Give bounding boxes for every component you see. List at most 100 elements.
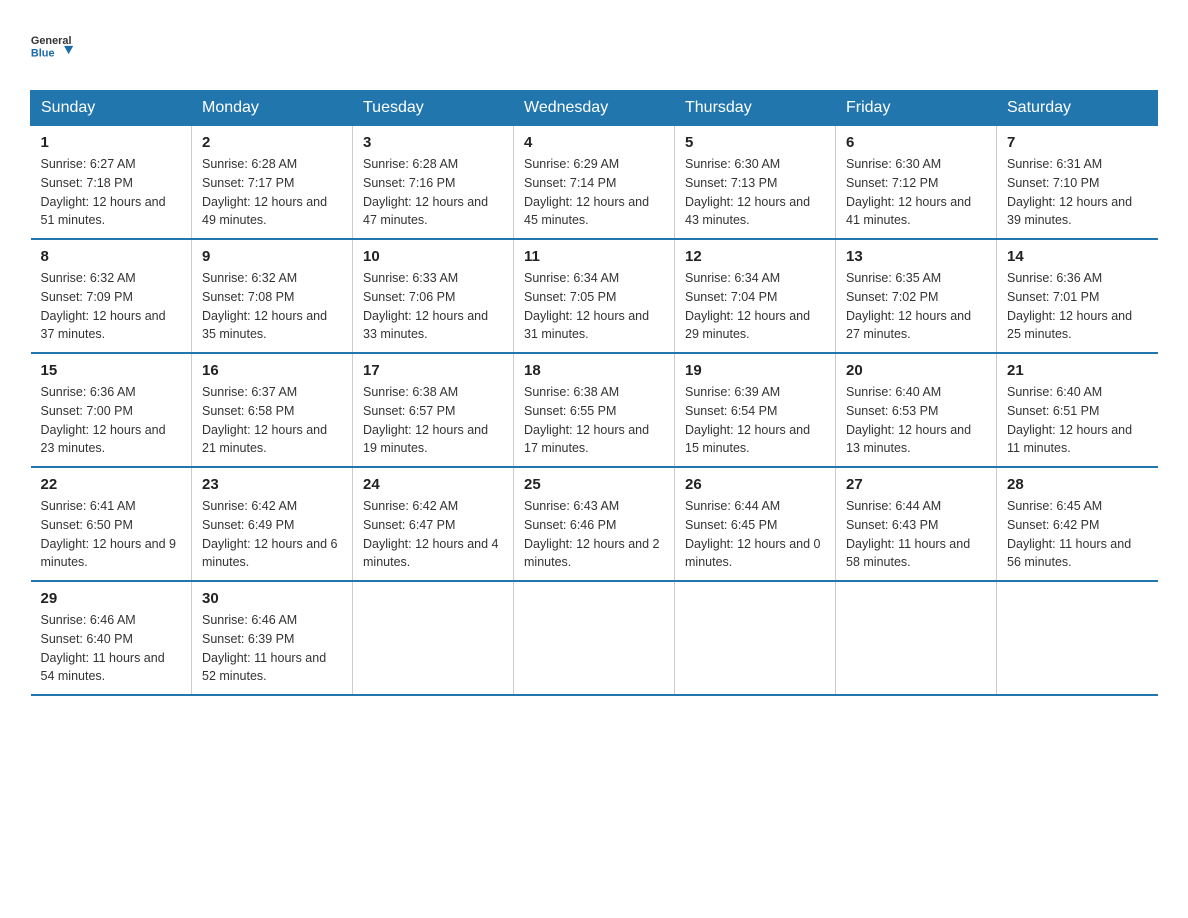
day-number: 21 xyxy=(1007,362,1148,379)
calendar-cell: 2 Sunrise: 6:28 AMSunset: 7:17 PMDaylight… xyxy=(192,126,353,240)
day-info: Sunrise: 6:44 AMSunset: 6:43 PMDaylight:… xyxy=(846,497,986,572)
calendar-table: SundayMondayTuesdayWednesdayThursdayFrid… xyxy=(30,90,1158,696)
calendar-cell: 24Sunrise: 6:42 AMSunset: 6:47 PMDayligh… xyxy=(353,467,514,581)
day-info: Sunrise: 6:35 AMSunset: 7:02 PMDaylight:… xyxy=(846,269,986,344)
day-number: 8 xyxy=(41,248,182,265)
calendar-cell xyxy=(836,581,997,695)
calendar-cell xyxy=(675,581,836,695)
day-number: 13 xyxy=(846,248,986,265)
day-info: Sunrise: 6:29 AMSunset: 7:14 PMDaylight:… xyxy=(524,155,664,230)
day-number: 29 xyxy=(41,590,182,607)
day-number: 6 xyxy=(846,134,986,151)
day-info: Sunrise: 6:45 AMSunset: 6:42 PMDaylight:… xyxy=(1007,497,1148,572)
calendar-cell: 26 Sunrise: 6:44 AMSunset: 6:45 PMDayligh… xyxy=(675,467,836,581)
calendar-cell: 16Sunrise: 6:37 AMSunset: 6:58 PMDayligh… xyxy=(192,353,353,467)
day-info: Sunrise: 6:41 AMSunset: 6:50 PMDaylight:… xyxy=(41,497,182,572)
day-number: 2 xyxy=(202,134,342,151)
calendar-cell: 19 Sunrise: 6:39 AMSunset: 6:54 PMDayligh… xyxy=(675,353,836,467)
calendar-cell: 9 Sunrise: 6:32 AMSunset: 7:08 PMDaylight… xyxy=(192,239,353,353)
day-info: Sunrise: 6:32 AMSunset: 7:09 PMDaylight:… xyxy=(41,269,182,344)
calendar-cell: 14 Sunrise: 6:36 AMSunset: 7:01 PMDayligh… xyxy=(997,239,1158,353)
calendar-cell xyxy=(997,581,1158,695)
logo: General Blue xyxy=(30,20,80,70)
calendar-cell: 25 Sunrise: 6:43 AMSunset: 6:46 PMDayligh… xyxy=(514,467,675,581)
day-number: 18 xyxy=(524,362,664,379)
day-number: 14 xyxy=(1007,248,1148,265)
day-info: Sunrise: 6:38 AMSunset: 6:57 PMDaylight:… xyxy=(363,383,503,458)
calendar-cell: 11Sunrise: 6:34 AMSunset: 7:05 PMDayligh… xyxy=(514,239,675,353)
day-number: 9 xyxy=(202,248,342,265)
calendar-cell: 10Sunrise: 6:33 AMSunset: 7:06 PMDayligh… xyxy=(353,239,514,353)
calendar-cell: 18 Sunrise: 6:38 AMSunset: 6:55 PMDayligh… xyxy=(514,353,675,467)
calendar-cell xyxy=(514,581,675,695)
calendar-cell: 21 Sunrise: 6:40 AMSunset: 6:51 PMDayligh… xyxy=(997,353,1158,467)
calendar-cell: 7 Sunrise: 6:31 AMSunset: 7:10 PMDaylight… xyxy=(997,126,1158,240)
day-info: Sunrise: 6:32 AMSunset: 7:08 PMDaylight:… xyxy=(202,269,342,344)
day-info: Sunrise: 6:30 AMSunset: 7:12 PMDaylight:… xyxy=(846,155,986,230)
day-info: Sunrise: 6:30 AMSunset: 7:13 PMDaylight:… xyxy=(685,155,825,230)
logo-image: General Blue xyxy=(30,20,80,70)
calendar-cell: 15Sunrise: 6:36 AMSunset: 7:00 PMDayligh… xyxy=(31,353,192,467)
page-header: General Blue xyxy=(30,20,1158,70)
day-number: 19 xyxy=(685,362,825,379)
calendar-cell: 8 Sunrise: 6:32 AMSunset: 7:09 PMDaylight… xyxy=(31,239,192,353)
day-number: 4 xyxy=(524,134,664,151)
day-info: Sunrise: 6:43 AMSunset: 6:46 PMDaylight:… xyxy=(524,497,664,572)
header-saturday: Saturday xyxy=(997,91,1158,126)
header-wednesday: Wednesday xyxy=(514,91,675,126)
header-thursday: Thursday xyxy=(675,91,836,126)
day-number: 23 xyxy=(202,476,342,493)
header-friday: Friday xyxy=(836,91,997,126)
day-number: 28 xyxy=(1007,476,1148,493)
day-number: 1 xyxy=(41,134,182,151)
calendar-cell: 29 Sunrise: 6:46 AMSunset: 6:40 PMDayligh… xyxy=(31,581,192,695)
calendar-week-row: 29 Sunrise: 6:46 AMSunset: 6:40 PMDayligh… xyxy=(31,581,1158,695)
day-info: Sunrise: 6:38 AMSunset: 6:55 PMDaylight:… xyxy=(524,383,664,458)
day-info: Sunrise: 6:46 AMSunset: 6:40 PMDaylight:… xyxy=(41,611,182,686)
day-info: Sunrise: 6:46 AMSunset: 6:39 PMDaylight:… xyxy=(202,611,342,686)
day-number: 20 xyxy=(846,362,986,379)
day-number: 30 xyxy=(202,590,342,607)
day-info: Sunrise: 6:40 AMSunset: 6:51 PMDaylight:… xyxy=(1007,383,1148,458)
day-info: Sunrise: 6:27 AMSunset: 7:18 PMDaylight:… xyxy=(41,155,182,230)
calendar-header-row: SundayMondayTuesdayWednesdayThursdayFrid… xyxy=(31,91,1158,126)
day-info: Sunrise: 6:42 AMSunset: 6:49 PMDaylight:… xyxy=(202,497,342,572)
calendar-cell: 30 Sunrise: 6:46 AMSunset: 6:39 PMDayligh… xyxy=(192,581,353,695)
calendar-week-row: 15Sunrise: 6:36 AMSunset: 7:00 PMDayligh… xyxy=(31,353,1158,467)
calendar-week-row: 1 Sunrise: 6:27 AMSunset: 7:18 PMDaylight… xyxy=(31,126,1158,240)
calendar-cell: 6 Sunrise: 6:30 AMSunset: 7:12 PMDaylight… xyxy=(836,126,997,240)
day-number: 5 xyxy=(685,134,825,151)
calendar-cell: 4 Sunrise: 6:29 AMSunset: 7:14 PMDaylight… xyxy=(514,126,675,240)
day-info: Sunrise: 6:36 AMSunset: 7:00 PMDaylight:… xyxy=(41,383,182,458)
day-info: Sunrise: 6:33 AMSunset: 7:06 PMDaylight:… xyxy=(363,269,503,344)
day-number: 7 xyxy=(1007,134,1148,151)
day-info: Sunrise: 6:37 AMSunset: 6:58 PMDaylight:… xyxy=(202,383,342,458)
day-info: Sunrise: 6:44 AMSunset: 6:45 PMDaylight:… xyxy=(685,497,825,572)
header-monday: Monday xyxy=(192,91,353,126)
header-sunday: Sunday xyxy=(31,91,192,126)
day-info: Sunrise: 6:39 AMSunset: 6:54 PMDaylight:… xyxy=(685,383,825,458)
day-number: 12 xyxy=(685,248,825,265)
calendar-cell: 13 Sunrise: 6:35 AMSunset: 7:02 PMDayligh… xyxy=(836,239,997,353)
svg-text:Blue: Blue xyxy=(31,47,55,59)
day-info: Sunrise: 6:42 AMSunset: 6:47 PMDaylight:… xyxy=(363,497,503,572)
day-number: 3 xyxy=(363,134,503,151)
header-tuesday: Tuesday xyxy=(353,91,514,126)
day-info: Sunrise: 6:28 AMSunset: 7:17 PMDaylight:… xyxy=(202,155,342,230)
day-info: Sunrise: 6:40 AMSunset: 6:53 PMDaylight:… xyxy=(846,383,986,458)
svg-text:General: General xyxy=(31,35,72,47)
calendar-cell xyxy=(353,581,514,695)
calendar-cell: 1 Sunrise: 6:27 AMSunset: 7:18 PMDaylight… xyxy=(31,126,192,240)
calendar-cell: 20 Sunrise: 6:40 AMSunset: 6:53 PMDayligh… xyxy=(836,353,997,467)
day-number: 26 xyxy=(685,476,825,493)
day-info: Sunrise: 6:28 AMSunset: 7:16 PMDaylight:… xyxy=(363,155,503,230)
day-number: 25 xyxy=(524,476,664,493)
calendar-cell: 3 Sunrise: 6:28 AMSunset: 7:16 PMDaylight… xyxy=(353,126,514,240)
day-info: Sunrise: 6:31 AMSunset: 7:10 PMDaylight:… xyxy=(1007,155,1148,230)
calendar-week-row: 8 Sunrise: 6:32 AMSunset: 7:09 PMDaylight… xyxy=(31,239,1158,353)
calendar-cell: 22Sunrise: 6:41 AMSunset: 6:50 PMDayligh… xyxy=(31,467,192,581)
calendar-week-row: 22Sunrise: 6:41 AMSunset: 6:50 PMDayligh… xyxy=(31,467,1158,581)
day-number: 27 xyxy=(846,476,986,493)
day-info: Sunrise: 6:34 AMSunset: 7:04 PMDaylight:… xyxy=(685,269,825,344)
day-info: Sunrise: 6:36 AMSunset: 7:01 PMDaylight:… xyxy=(1007,269,1148,344)
